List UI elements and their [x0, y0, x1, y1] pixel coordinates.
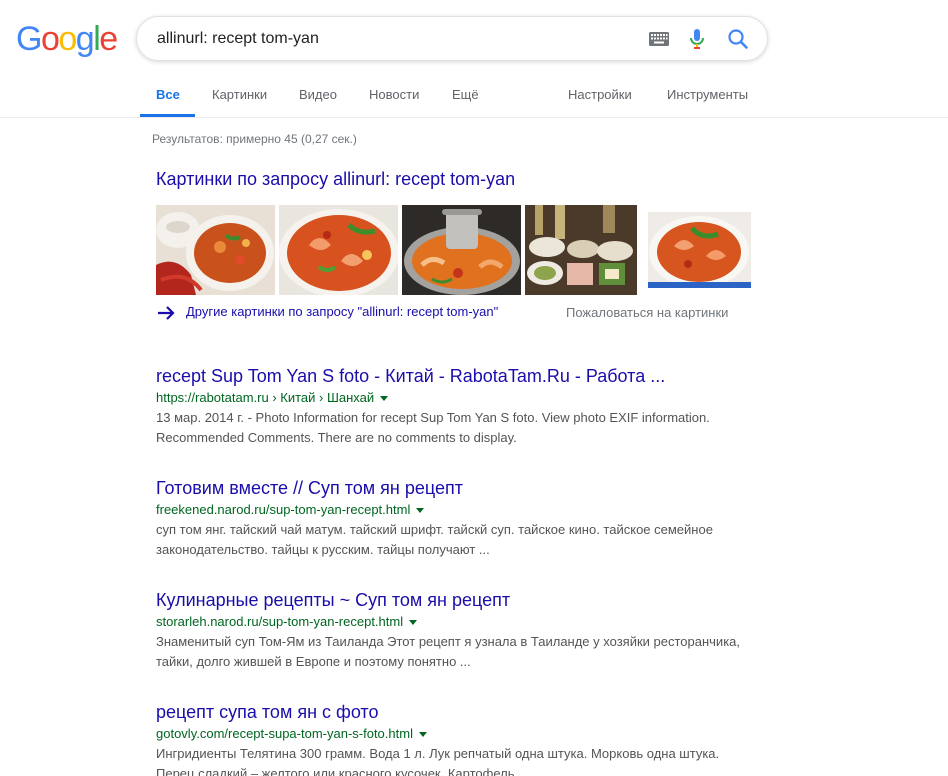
- tab-more[interactable]: Ещё: [452, 87, 479, 102]
- logo-letter: e: [99, 20, 118, 58]
- keyboard-icon[interactable]: [649, 32, 669, 46]
- active-tab-indicator: [140, 114, 195, 117]
- result-snippet: Ингридиенты Телятина 300 грамм. Вода 1 л…: [156, 746, 720, 776]
- more-images-link[interactable]: Другие картинки по запросу "allinurl: re…: [156, 304, 498, 321]
- result-snippet: Знаменитый суп Том-Ям из Таиланда Этот р…: [156, 634, 741, 669]
- soup-hotpot-image[interactable]: [402, 205, 521, 295]
- dropdown-caret-icon[interactable]: [418, 732, 427, 738]
- arrow-right-icon: [158, 305, 175, 320]
- search-result: Кулинарные рецепты ~ Суп том ян рецепт s…: [156, 589, 756, 672]
- tab-settings[interactable]: Настройки: [568, 87, 632, 102]
- result-url-text: storarleh.narod.ru/sup-tom-yan-recept.ht…: [156, 614, 404, 629]
- result-snippet: 13 мар. 2014 г. - Photo Information for …: [156, 410, 710, 445]
- report-images-link[interactable]: Пожаловаться на картинки: [566, 305, 728, 320]
- tab-images[interactable]: Картинки: [212, 87, 267, 102]
- table-dishes-image[interactable]: [525, 205, 637, 295]
- result-stats: Результатов: примерно 45 (0,27 сек.): [152, 132, 357, 146]
- tab-news[interactable]: Новости: [369, 87, 419, 102]
- search-result: Готовим вместе // Суп том ян рецепт free…: [156, 477, 756, 560]
- search-icon[interactable]: [727, 28, 749, 50]
- search-box[interactable]: [136, 16, 768, 61]
- google-logo[interactable]: Google: [16, 20, 118, 59]
- logo-letter: G: [16, 20, 42, 58]
- images-heading[interactable]: Картинки по запросу allinurl: recept tom…: [156, 169, 515, 190]
- search-input[interactable]: [157, 29, 637, 49]
- dropdown-caret-icon[interactable]: [409, 620, 418, 626]
- result-title-link[interactable]: Кулинарные рецепты ~ Суп том ян рецепт: [156, 589, 756, 611]
- microphone-icon[interactable]: [689, 27, 705, 51]
- dropdown-caret-icon[interactable]: [416, 508, 425, 514]
- header: Google Все Картинки Видео Новости Ещё: [0, 0, 948, 118]
- logo-letter: o: [58, 20, 77, 58]
- result-title-link[interactable]: Готовим вместе // Суп том ян рецепт: [156, 477, 756, 499]
- result-url-text: freekened.narod.ru/sup-tom-yan-recept.ht…: [156, 502, 411, 517]
- result-url[interactable]: https://rabotatam.ru › Китай › Шанхай: [156, 388, 756, 407]
- more-images-label: Другие картинки по запросу "allinurl: re…: [186, 304, 499, 319]
- result-url[interactable]: freekened.narod.ru/sup-tom-yan-recept.ht…: [156, 500, 756, 519]
- tab-all[interactable]: Все: [156, 87, 180, 102]
- tab-tools[interactable]: Инструменты: [667, 87, 748, 102]
- result-url[interactable]: gotovly.com/recept-supa-tom-yan-s-foto.h…: [156, 724, 756, 743]
- logo-letter: o: [40, 20, 60, 58]
- search-result: recept Sup Tom Yan S foto - Китай - Rabo…: [156, 365, 756, 448]
- result-snippet: суп том янг. тайский чай матум. тайский …: [156, 522, 713, 557]
- search-tabs: Все Картинки Видео Новости Ещё Настройки…: [0, 80, 948, 118]
- result-url-text: gotovly.com/recept-supa-tom-yan-s-foto.h…: [156, 726, 413, 741]
- search-result: рецепт супа том ян с фото gotovly.com/re…: [156, 701, 756, 776]
- result-title-link[interactable]: рецепт супа том ян с фото: [156, 701, 756, 723]
- soup-bowl-image[interactable]: [648, 212, 751, 288]
- result-title-link[interactable]: recept Sup Tom Yan S foto - Китай - Rabo…: [156, 365, 756, 387]
- result-url-text: https://rabotatam.ru › Китай › Шанхай: [156, 390, 375, 405]
- soup-bowl-chili-image[interactable]: [156, 205, 275, 295]
- logo-letter: g: [75, 20, 95, 58]
- dropdown-caret-icon[interactable]: [380, 396, 389, 402]
- soup-shrimp-image[interactable]: [279, 205, 398, 295]
- result-url[interactable]: storarleh.narod.ru/sup-tom-yan-recept.ht…: [156, 612, 756, 631]
- tab-video[interactable]: Видео: [299, 87, 337, 102]
